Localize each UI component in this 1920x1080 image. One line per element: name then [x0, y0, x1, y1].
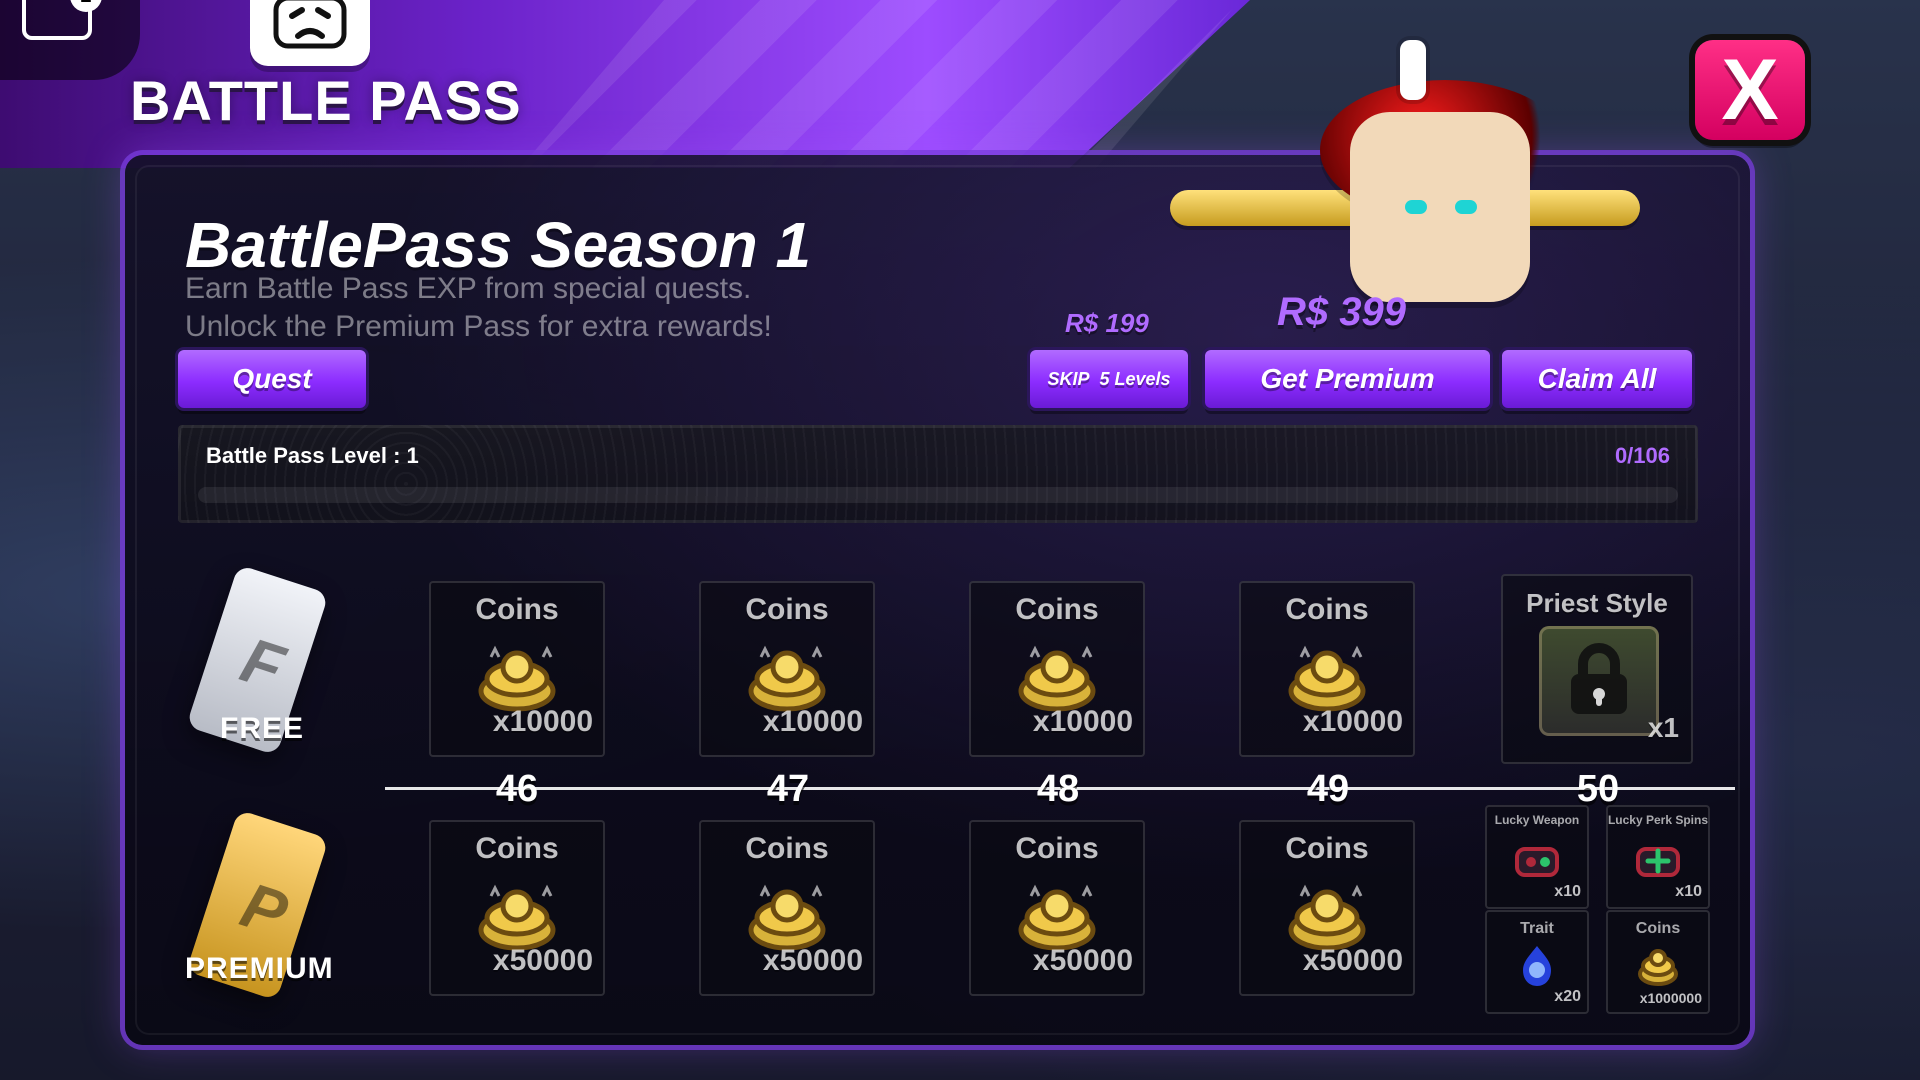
free-pass-letter: F [232, 623, 293, 705]
reward-title: Coins [1015, 593, 1099, 626]
premium-reward-card-48[interactable]: Coins x50000 [969, 820, 1145, 996]
reward-amount: x10000 [1032, 705, 1133, 738]
premium-reward-mini-lucky-weapon[interactable]: Lucky Weapon x10 [1485, 805, 1589, 909]
premium-price: R$ 399 [1277, 290, 1406, 334]
lucky-perk-icon [1632, 835, 1684, 887]
mini-reward-amount: x10 [1554, 883, 1581, 900]
reward-title: Coins [1285, 593, 1369, 626]
level-number-47: 47 [766, 768, 810, 810]
reward-title: Coins [745, 593, 829, 626]
mascot-icon [250, 0, 370, 66]
character-head [1350, 112, 1530, 302]
level-progress-box: Battle Pass Level : 1 0/106 [178, 425, 1698, 523]
free-pass-label: FREE [220, 712, 305, 745]
skip-5-levels-button[interactable]: SKIP 5 Levels [1030, 350, 1188, 408]
claim-all-label: Claim All [1537, 363, 1657, 394]
reward-amount: x50000 [1032, 944, 1133, 977]
character-preview [1170, 40, 1650, 350]
premium-pass-letter: P [232, 868, 296, 951]
mini-reward-amount: x10 [1675, 883, 1702, 900]
trait-icon [1511, 940, 1563, 992]
reward-title: Coins [1285, 832, 1369, 865]
skip-price: R$ 199 [1065, 308, 1149, 338]
reward-amount: x50000 [762, 944, 863, 977]
character-eye-right [1455, 200, 1477, 214]
chat-badge[interactable]: 2 [0, 0, 140, 80]
premium-pass-label: PREMIUM [185, 952, 334, 985]
lucky-weapon-icon [1511, 835, 1563, 887]
mini-reward-title: Trait [1520, 920, 1554, 937]
reward-amount: x10000 [492, 705, 593, 738]
level-number-49: 49 [1306, 768, 1350, 810]
reward-amount: x50000 [492, 944, 593, 977]
get-premium-button[interactable]: Get Premium [1205, 350, 1490, 408]
lock-icon [1539, 626, 1659, 736]
free-reward-card-50[interactable]: Priest Style x1 [1501, 574, 1693, 764]
reward-amount: x1 [1647, 712, 1679, 743]
battle-pass-progress-text: 0/106 [1614, 443, 1670, 468]
mini-reward-title: Lucky Weapon [1494, 813, 1580, 827]
free-reward-card-46[interactable]: Coins x10000 [429, 581, 605, 757]
premium-reward-mini-trait[interactable]: Trait x20 [1485, 910, 1589, 1014]
close-button[interactable]: X [1695, 40, 1805, 140]
premium-reward-card-46[interactable]: Coins x50000 [429, 820, 605, 996]
progress-track [198, 487, 1678, 503]
battle-pass-level-label: Battle Pass Level : 1 [206, 443, 419, 468]
reward-amount: x50000 [1302, 944, 1403, 977]
quest-button-label: Quest [232, 363, 312, 394]
mini-reward-amount: x1000000 [1639, 990, 1702, 1006]
reward-amount: x10000 [1302, 705, 1403, 738]
premium-reward-card-47[interactable]: Coins x50000 [699, 820, 875, 996]
premium-reward-mini-coins[interactable]: Coins x1000000 [1606, 910, 1710, 1014]
character-hilt [1400, 40, 1426, 100]
reward-title: Coins [745, 832, 829, 865]
character-eye-left [1405, 200, 1427, 214]
quest-button[interactable]: Quest [178, 350, 366, 408]
reward-amount: x10000 [762, 705, 863, 738]
reward-title: Coins [475, 832, 559, 865]
level-number-48: 48 [1036, 768, 1080, 810]
description-line: Earn Battle Pass EXP from special quests… [185, 272, 752, 305]
mini-reward-title: Lucky Perk Spins [1607, 813, 1709, 827]
premium-reward-card-49[interactable]: Coins x50000 [1239, 820, 1415, 996]
skip-prefix: SKIP [1047, 368, 1090, 389]
mini-reward-title: Coins [1635, 920, 1681, 937]
close-icon: X [1721, 42, 1779, 138]
free-reward-card-47[interactable]: Coins x10000 [699, 581, 875, 757]
skip-levels-label: 5 Levels [1099, 368, 1171, 389]
reward-title: Priest Style [1526, 588, 1668, 618]
premium-reward-mini-lucky-perk-spins[interactable]: Lucky Perk Spins x10 [1606, 805, 1710, 909]
reward-title: Coins [475, 593, 559, 626]
get-premium-label: Get Premium [1260, 363, 1435, 394]
season-description: Earn Battle Pass EXP from special quests… [185, 270, 905, 346]
description-line: Unlock the Premium Pass for extra reward… [185, 310, 772, 343]
free-reward-card-49[interactable]: Coins x10000 [1239, 581, 1415, 757]
page-title: BATTLE PASS [130, 69, 522, 132]
claim-all-button[interactable]: Claim All [1502, 350, 1692, 408]
reward-title: Coins [1015, 832, 1099, 865]
free-reward-card-48[interactable]: Coins x10000 [969, 581, 1145, 757]
level-number-46: 46 [495, 768, 539, 810]
mini-reward-amount: x20 [1554, 988, 1581, 1005]
coins-icon [1632, 940, 1684, 992]
